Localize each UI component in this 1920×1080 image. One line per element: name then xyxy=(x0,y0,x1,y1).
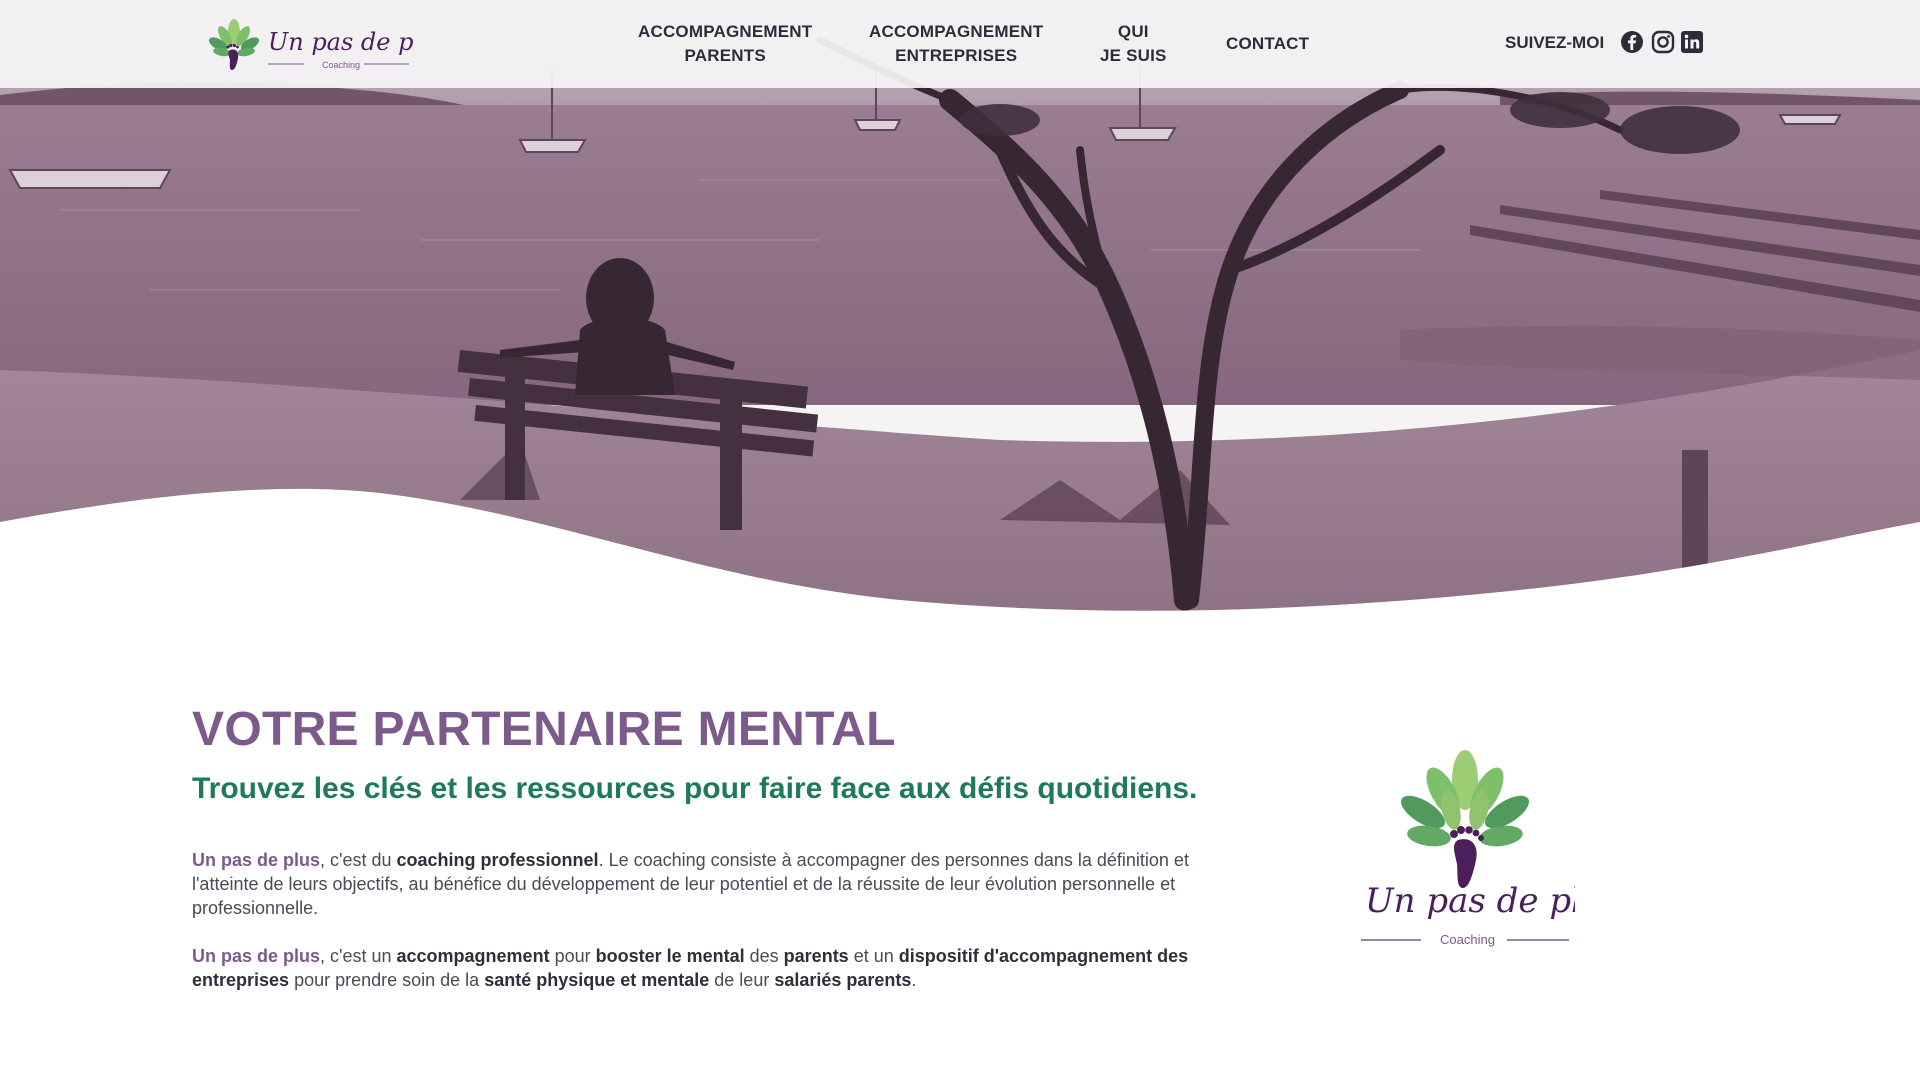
emphasis: santé physique et mentale xyxy=(484,970,710,990)
nav-label-line2: ENTREPRISES xyxy=(895,46,1018,65)
logo-tagline: Coaching xyxy=(1440,932,1495,947)
site-logo[interactable]: Un pas de plus Coaching xyxy=(204,12,414,76)
instagram-icon[interactable] xyxy=(1651,30,1675,54)
nav-label-line1: QUI xyxy=(1117,22,1149,41)
logo-script-text: Un pas de plus xyxy=(1365,881,1575,921)
intro-paragraph-2: Un pas de plus, c'est un accompagnement … xyxy=(192,944,1192,992)
text: pour xyxy=(549,946,596,966)
nav-label-line2: PARENTS xyxy=(684,46,766,65)
follow-label: SUIVEZ-MOI xyxy=(1505,33,1605,52)
nav-accompagnement-parents[interactable]: ACCOMPAGNEMENT PARENTS xyxy=(638,20,812,68)
text: et un xyxy=(848,946,899,966)
linkedin-icon[interactable] xyxy=(1680,30,1704,54)
text: de leur xyxy=(709,970,775,990)
text: , c'est du xyxy=(320,850,397,870)
emphasis: parents xyxy=(783,946,849,966)
logo-script-text: Un pas de plus xyxy=(268,28,414,56)
brand-name: Un pas de plus xyxy=(192,850,321,870)
text: . xyxy=(911,970,917,990)
text: pour prendre soin de la xyxy=(289,970,485,990)
intro-paragraph-1: Un pas de plus, c'est du coaching profes… xyxy=(192,848,1192,920)
brand-name: Un pas de plus xyxy=(192,946,321,966)
tree-leaves-icon xyxy=(1401,750,1529,847)
text: des xyxy=(744,946,784,966)
site-header: Un pas de plus Coaching ACCOMPAGNEMENT P… xyxy=(0,0,1920,88)
emphasis: accompagnement xyxy=(396,946,550,966)
nav-label-line1: CONTACT xyxy=(1226,34,1310,53)
text: , c'est un xyxy=(320,946,397,966)
page-subtitle: Trouvez les clés et les ressources pour … xyxy=(192,772,1198,805)
footprint-icon xyxy=(226,43,239,70)
logo-tagline: Coaching xyxy=(322,60,360,70)
emphasis: booster le mental xyxy=(595,946,745,966)
emphasis: coaching professionnel xyxy=(396,850,599,870)
nav-label-line1: ACCOMPAGNEMENT xyxy=(869,22,1044,41)
hero-photo xyxy=(0,0,1920,620)
nav-qui-je-suis[interactable]: QUI JE SUIS xyxy=(1100,20,1167,68)
nav-contact[interactable]: CONTACT xyxy=(1226,32,1309,56)
page-title: VOTRE PARTENAIRE MENTAL xyxy=(192,703,896,756)
facebook-icon[interactable] xyxy=(1620,30,1644,54)
nav-label-line1: ACCOMPAGNEMENT xyxy=(638,22,813,41)
hero-banner xyxy=(0,0,1920,620)
footprint-icon xyxy=(1450,826,1484,888)
brand-logo-large: Un pas de plus Coaching xyxy=(1361,750,1575,947)
emphasis: salariés parents xyxy=(774,970,912,990)
nav-accompagnement-entreprises[interactable]: ACCOMPAGNEMENT ENTREPRISES xyxy=(869,20,1043,68)
nav-label-line2: JE SUIS xyxy=(1100,46,1167,65)
